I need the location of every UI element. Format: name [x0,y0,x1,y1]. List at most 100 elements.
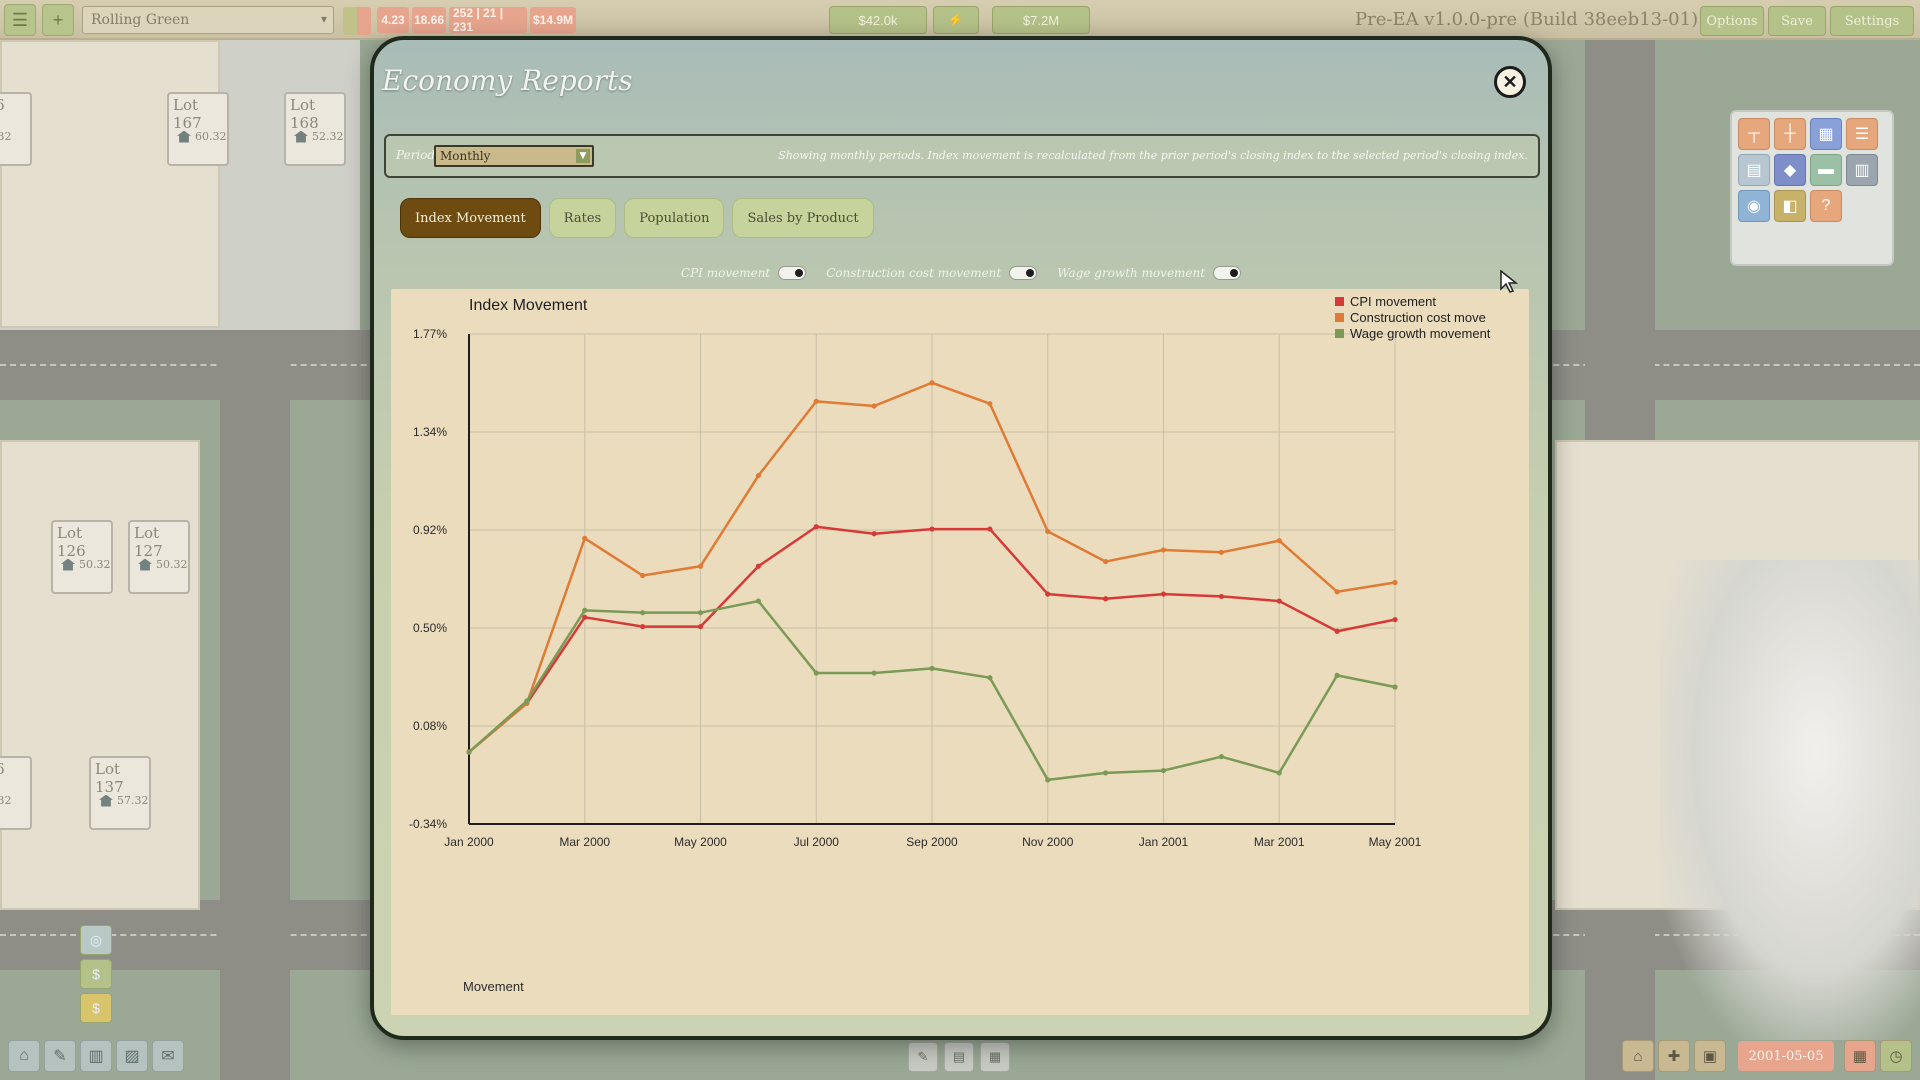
lot[interactable]: Lot 127 50.32 [128,520,190,594]
period-note: Showing monthly periods. Index movement … [778,149,1528,162]
period-select[interactable]: Monthly ▼ [434,145,594,167]
toggle-switch[interactable] [1009,266,1038,280]
close-icon[interactable]: ✕ [1494,66,1526,98]
period-label: Period [396,148,436,162]
mail-icon[interactable]: ✉ [152,1040,184,1072]
list-tool-icon[interactable]: ☰ [1846,118,1878,150]
shop-icon[interactable]: ▣ [1694,1040,1726,1072]
y-tick-label: 0.92% [413,523,447,537]
house-icon [99,794,113,807]
water-tool-icon[interactable]: ◆ [1774,154,1806,186]
map-icon[interactable]: ▦ [980,1042,1010,1072]
money-icon[interactable]: $ [80,959,112,989]
data-point [524,698,530,704]
data-point [755,473,761,479]
lot-value: 52.32 [312,130,344,143]
menu-icon[interactable]: ☰ [4,4,36,36]
build-version: Pre-EA v1.0.0-pre (Build 38eeb13-01) [1355,9,1699,30]
tools-icon[interactable]: ✎ [44,1040,76,1072]
lot[interactable]: 166 50.32 [0,92,32,166]
tab-index-movement[interactable]: Index Movement [400,198,541,238]
lot[interactable]: Lot 167 60.32 [167,92,229,166]
toggle-construction[interactable]: Construction cost movement [826,266,1038,280]
toggle-label: Wage growth movement [1057,266,1206,280]
zone-tool-icon[interactable]: ▦ [1810,118,1842,150]
clock-icon[interactable]: ◷ [1880,1040,1912,1072]
money-rate[interactable]: $7.2M [992,6,1090,34]
data-point [987,675,993,681]
x-tick-label: Jan 2001 [1139,835,1189,849]
x-tick-label: Jul 2000 [794,835,840,849]
save-button[interactable]: Save [1768,6,1826,36]
data-point [1045,591,1051,597]
keyboard-icon[interactable]: ▤ [944,1042,974,1072]
data-point [1392,579,1398,586]
data-point [755,598,761,604]
tab-sales-by-product[interactable]: Sales by Product [732,198,874,238]
data-point [697,624,704,630]
building-tool-icon[interactable]: ▥ [1846,154,1878,186]
calendar-icon[interactable]: ▦ [1844,1040,1876,1072]
data-point [1334,589,1340,595]
chat-icon[interactable]: ◎ [80,925,112,955]
lot[interactable]: Lot 168 52.32 [284,92,346,166]
chevron-down-icon: ▾ [320,12,327,26]
lot[interactable]: Lot 126 50.32 [51,520,113,594]
grid-tool-icon[interactable]: ▤ [1738,154,1770,186]
toggle-switch[interactable] [1213,266,1242,280]
toggle-switch[interactable] [778,266,807,280]
mouse-cursor [1500,270,1518,293]
stat-chip[interactable]: 4.23 [377,7,409,33]
toggle-cpi[interactable]: CPI movement [681,266,807,280]
x-tick-label: May 2000 [674,835,727,849]
stat-chip[interactable]: 18.66 [412,7,446,33]
help-icon[interactable]: ? [1810,190,1842,222]
road-tool-icon[interactable]: ┬ [1738,118,1770,150]
tab-population[interactable]: Population [624,198,725,238]
chevron-down-icon: ▼ [576,149,590,163]
road-tool-icon[interactable]: ┼ [1774,118,1806,150]
color-swatch[interactable] [343,7,371,35]
options-button[interactable]: Options [1700,6,1764,36]
house-icon[interactable]: ⌂ [1622,1040,1654,1072]
tab-rates[interactable]: Rates [548,198,617,238]
settings-button[interactable]: Settings [1830,6,1914,36]
toggle-wage[interactable]: Wage growth movement [1057,266,1242,280]
data-point [1045,777,1051,783]
data-point [1218,593,1224,600]
city-select[interactable]: Rolling Green ▾ [82,6,334,34]
pencil-icon[interactable]: ✎ [908,1042,938,1072]
lot[interactable]: 136 50.32 [0,756,32,830]
lot-value: 50.32 [0,130,12,143]
bank-icon[interactable]: ▥ [80,1040,112,1072]
stat-chip[interactable]: $14.9M [530,7,576,33]
speed-icon[interactable]: ⚡ [933,6,979,34]
stat-chip[interactable]: 252 | 21 | 231 [449,6,527,34]
data-point [871,531,877,537]
x-tick-label: Mar 2001 [1254,835,1305,849]
house-icon [177,130,191,143]
home-icon[interactable]: ⌂ [8,1040,40,1072]
x-tick-label: Mar 2000 [559,835,610,849]
money-balance[interactable]: $42.0k [829,6,927,34]
lot-name: Lot 126 [57,524,86,560]
data-point [987,526,993,532]
chart-icon[interactable]: ▨ [116,1040,148,1072]
lot[interactable]: Lot 137 57.32 [89,756,151,830]
build-icon[interactable]: ✚ [1658,1040,1690,1072]
data-point [1392,617,1398,623]
plus-icon[interactable]: + [42,4,74,36]
lot-value: 50.32 [0,794,12,807]
layer-tool-icon[interactable]: ▬ [1810,154,1842,186]
x-tick-label: Sep 2000 [906,835,958,849]
data-point [1218,549,1224,555]
report-tabs: Index Movement Rates Population Sales by… [400,198,874,238]
game-date[interactable]: 2001-05-05 [1738,1041,1834,1071]
dollar-icon[interactable]: $ [80,993,112,1023]
lot-name: 166 [0,94,30,116]
data-point [987,401,993,407]
camera-tool-icon[interactable]: ◉ [1738,190,1770,222]
top-bar: ☰ + Rolling Green ▾ 4.23 18.66 252 | 21 … [0,0,1920,40]
color-tool-icon[interactable]: ◧ [1774,190,1806,222]
x-tick-label: Jan 2000 [444,835,494,849]
